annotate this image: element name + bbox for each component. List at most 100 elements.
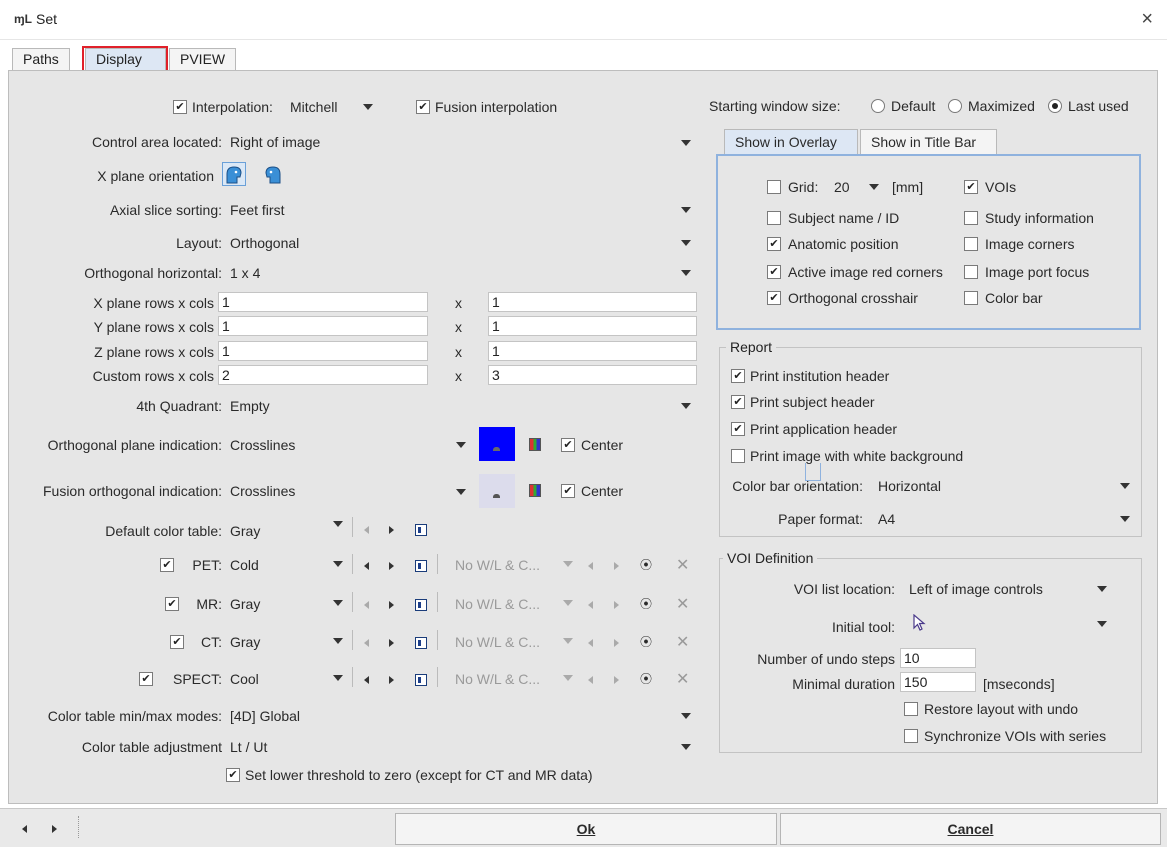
axial-slice-sorting-dropdown-icon[interactable] (681, 207, 691, 213)
pet-wl-dropdown-icon[interactable] (563, 561, 573, 567)
spect-wl-dropdown-icon[interactable] (563, 675, 573, 681)
window-size-default-radio[interactable] (871, 99, 885, 113)
nav-back-icon[interactable] (22, 825, 27, 833)
pointer-arrow-icon[interactable] (913, 613, 927, 632)
orthogonal-horizontal-dropdown-icon[interactable] (681, 270, 691, 276)
print-white-background-checkbox[interactable] (731, 449, 745, 463)
image-port-focus-checkbox[interactable] (964, 265, 978, 279)
color-bar-orientation-value[interactable]: Horizontal (878, 478, 941, 494)
head-orientation-right-icon[interactable] (222, 162, 246, 186)
pet-wl-next-icon[interactable] (614, 562, 619, 570)
print-subject-header-checkbox[interactable]: ✔ (731, 395, 745, 409)
interpolation-checkbox[interactable]: ✔ (173, 100, 187, 114)
spect-next-icon[interactable] (389, 676, 394, 684)
grid-checkbox[interactable] (767, 180, 781, 194)
interpolation-dropdown-icon[interactable] (363, 104, 373, 110)
restore-layout-checkbox[interactable] (904, 702, 918, 716)
fusion-orthogonal-indication-value[interactable]: Crosslines (230, 483, 295, 499)
grid-value[interactable]: 20 (834, 179, 850, 195)
z-plane-rows-input[interactable]: 1 (218, 341, 428, 361)
ct-dropdown-icon[interactable] (333, 638, 343, 644)
mr-prev-icon[interactable] (364, 601, 369, 609)
anatomic-position-checkbox[interactable]: ✔ (767, 237, 781, 251)
spect-link-icon[interactable]: ⦿ (640, 670, 652, 687)
layout-value[interactable]: Orthogonal (230, 235, 299, 251)
ct-wl-next-icon[interactable] (614, 639, 619, 647)
undo-steps-input[interactable]: 10 (900, 648, 976, 668)
axial-slice-sorting-value[interactable]: Feet first (230, 202, 284, 218)
vois-checkbox[interactable]: ✔ (964, 180, 978, 194)
default-prev-icon[interactable] (364, 526, 369, 534)
spect-prev-icon[interactable] (364, 676, 369, 684)
control-area-dropdown-icon[interactable] (681, 140, 691, 146)
voi-list-location-dropdown-icon[interactable] (1097, 586, 1107, 592)
color-bar-orientation-dropdown-icon[interactable] (1120, 483, 1130, 489)
default-color-table-value[interactable]: Gray (230, 523, 260, 539)
initial-tool-dropdown-icon[interactable] (1097, 621, 1107, 627)
pet-color-table-icon[interactable] (415, 560, 427, 572)
default-next-icon[interactable] (389, 526, 394, 534)
mr-clear-icon[interactable]: ✕ (676, 594, 689, 614)
ct-wl-prev-icon[interactable] (588, 639, 593, 647)
ct-next-icon[interactable] (389, 639, 394, 647)
study-information-checkbox[interactable] (964, 211, 978, 225)
color-table-minmax-value[interactable]: [4D] Global (230, 708, 300, 724)
interpolation-value[interactable]: Mitchell (290, 99, 337, 115)
orthogonal-horizontal-value[interactable]: 1 x 4 (230, 265, 260, 281)
pet-clear-icon[interactable]: ✕ (676, 555, 689, 575)
window-size-maximized-radio[interactable] (948, 99, 962, 113)
pet-next-icon[interactable] (389, 562, 394, 570)
mr-wl-prev-icon[interactable] (588, 601, 593, 609)
spect-dropdown-icon[interactable] (333, 675, 343, 681)
color-bar-checkbox[interactable] (964, 291, 978, 305)
print-institution-header-checkbox[interactable]: ✔ (731, 369, 745, 383)
ct-value[interactable]: Gray (230, 634, 260, 650)
subject-name-checkbox[interactable] (767, 211, 781, 225)
pet-link-icon[interactable]: ⦿ (640, 556, 652, 573)
ct-clear-icon[interactable]: ✕ (676, 632, 689, 652)
fourth-quadrant-dropdown-icon[interactable] (681, 403, 691, 409)
orthogonal-plane-color-swatch[interactable] (479, 427, 515, 461)
ct-prev-icon[interactable] (364, 639, 369, 647)
z-plane-cols-input[interactable]: 1 (488, 341, 697, 361)
grid-dropdown-icon[interactable] (869, 184, 879, 190)
paper-format-value[interactable]: A4 (878, 511, 895, 527)
ok-button[interactable]: Ok (395, 813, 777, 845)
pet-prev-icon[interactable] (364, 562, 369, 570)
window-size-last-used-radio[interactable] (1048, 99, 1062, 113)
spect-color-table-icon[interactable] (415, 674, 427, 686)
spect-wl-prev-icon[interactable] (588, 676, 593, 684)
x-plane-cols-input[interactable]: 1 (488, 292, 697, 312)
close-icon[interactable]: × (1141, 8, 1153, 31)
ct-link-icon[interactable]: ⦿ (640, 633, 652, 650)
spect-wl-value[interactable]: No W/L & C... (455, 671, 540, 687)
spect-wl-next-icon[interactable] (614, 676, 619, 684)
orthogonal-plane-rgb-icon[interactable] (529, 438, 541, 451)
mr-dropdown-icon[interactable] (333, 600, 343, 606)
image-corners-checkbox[interactable] (964, 237, 978, 251)
mr-wl-dropdown-icon[interactable] (563, 600, 573, 606)
minimal-duration-input[interactable]: 150 (900, 672, 976, 692)
y-plane-rows-input[interactable]: 1 (218, 316, 428, 336)
fusion-interpolation-checkbox[interactable]: ✔ (416, 100, 430, 114)
tab-show-in-title-bar[interactable]: Show in Title Bar (860, 129, 997, 154)
fourth-quadrant-value[interactable]: Empty (230, 398, 270, 414)
y-plane-cols-input[interactable]: 1 (488, 316, 697, 336)
color-table-minmax-dropdown-icon[interactable] (681, 713, 691, 719)
orthogonal-plane-indication-value[interactable]: Crosslines (230, 437, 295, 453)
layout-dropdown-icon[interactable] (681, 240, 691, 246)
mr-next-icon[interactable] (389, 601, 394, 609)
default-color-table-dropdown-icon[interactable] (333, 521, 343, 527)
orthogonal-center-checkbox[interactable]: ✔ (561, 438, 575, 452)
pet-dropdown-icon[interactable] (333, 561, 343, 567)
pet-wl-value[interactable]: No W/L & C... (455, 557, 540, 573)
mr-link-icon[interactable]: ⦿ (640, 595, 652, 612)
voi-list-location-value[interactable]: Left of image controls (909, 581, 1043, 597)
color-table-adjustment-value[interactable]: Lt / Ut (230, 739, 267, 755)
fusion-orthogonal-indication-dropdown-icon[interactable] (456, 489, 466, 495)
fusion-orthogonal-rgb-icon[interactable] (529, 484, 541, 497)
fusion-orthogonal-color-swatch[interactable] (479, 474, 515, 508)
cancel-button[interactable]: Cancel (780, 813, 1161, 845)
nav-forward-icon[interactable] (52, 825, 57, 833)
spect-value[interactable]: Cool (230, 671, 259, 687)
